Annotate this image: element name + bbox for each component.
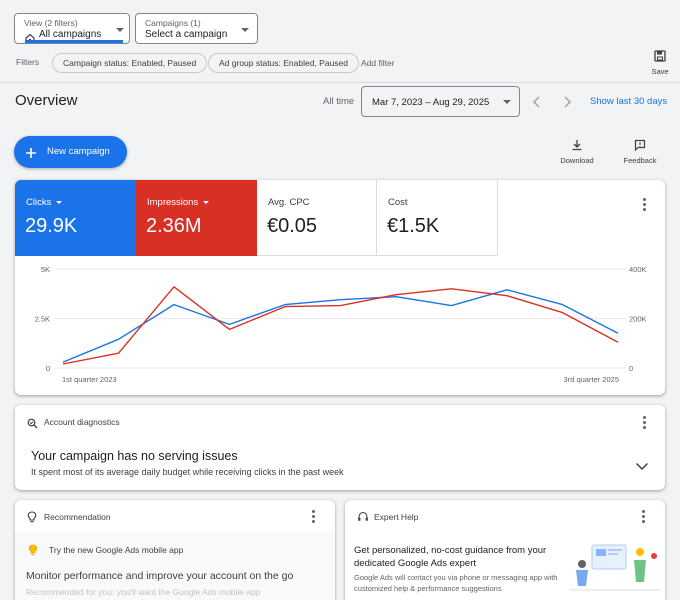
metric-avg-cpc-value: €0.05 xyxy=(267,215,318,237)
download-button[interactable]: Download xyxy=(556,138,598,168)
download-icon xyxy=(571,138,583,156)
view-dropdown-caption: View (2 filters) xyxy=(24,18,78,28)
y-axis-tick-label: 0 xyxy=(46,364,50,373)
y2-axis-tick-label: 200K xyxy=(629,315,647,324)
metric-clicks-value: 29.9K xyxy=(25,215,78,237)
recommendation-body: Recommended for you: you'll want the Goo… xyxy=(26,587,261,597)
page-title: Overview xyxy=(15,92,78,109)
diagnostics-header: Account diagnostics xyxy=(44,417,120,427)
more-options-icon[interactable] xyxy=(642,510,645,523)
metric-avg-cpc[interactable]: Avg. CPC €0.05 xyxy=(257,180,377,256)
metric-cost[interactable]: Cost €1.5K xyxy=(377,180,498,256)
metric-cost-value: €1.5K xyxy=(387,215,440,237)
diagnostics-search-icon xyxy=(27,416,38,434)
performance-chart: 0 2.5K 5K 0 200K 400K 1st quarter 2023 3rd quar… xyxy=(35,265,647,384)
more-options-icon[interactable] xyxy=(312,510,315,523)
chevron-down-icon xyxy=(503,100,511,104)
y2-axis-tick-label: 400K xyxy=(629,265,647,274)
save-label: Save xyxy=(651,67,669,76)
new-campaign-label: New campaign xyxy=(47,146,110,157)
x-axis-tick-label: 1st quarter 2023 xyxy=(62,375,117,384)
campaigns-dropdown-caption: Campaigns (1) xyxy=(145,18,201,28)
metric-clicks-label: Clicks xyxy=(26,197,52,208)
metric-avg-cpc-label: Avg. CPC xyxy=(268,197,310,208)
metric-clicks[interactable]: Clicks 29.9K xyxy=(15,180,136,256)
campaigns-dropdown[interactable]: Campaigns (1) Select a campaign xyxy=(135,13,258,44)
add-filter-link[interactable]: Add filter xyxy=(361,58,395,68)
chevron-down-icon xyxy=(116,28,124,32)
more-options-icon[interactable] xyxy=(643,198,646,211)
y-axis-tick-label: 5K xyxy=(41,265,50,274)
metric-impressions-value: 2.36M xyxy=(146,215,202,237)
view-dropdown-value: All campaigns xyxy=(39,29,102,40)
expert-help-header: Expert Help xyxy=(374,512,419,522)
campaigns-dropdown-value: Select a campaign xyxy=(145,29,228,40)
filters-label: Filters xyxy=(16,57,40,67)
new-campaign-button[interactable]: New campaign xyxy=(14,136,127,168)
expert-help-title: Get personalized, no-cost guidance from … xyxy=(354,545,547,569)
save-icon xyxy=(654,49,666,67)
metric-impressions-label: Impressions xyxy=(147,197,199,208)
recommendation-title: Monitor performance and improve your acc… xyxy=(26,570,294,582)
next-period-icon[interactable] xyxy=(562,95,572,113)
diagnostics-title: Your campaign has no serving issues xyxy=(31,449,238,463)
plus-icon xyxy=(25,146,37,164)
chevron-down-icon xyxy=(56,201,62,204)
metric-impressions[interactable]: Impressions 2.36M xyxy=(136,180,257,256)
chevron-down-icon xyxy=(203,201,209,204)
home-icon xyxy=(25,30,35,43)
x-axis-tick-label: 3rd quarter 2025 xyxy=(564,375,619,384)
date-range-picker[interactable]: Mar 7, 2023 – Aug 29, 2025 xyxy=(361,86,520,117)
metric-cost-label: Cost xyxy=(388,197,408,208)
save-button[interactable]: Save xyxy=(645,48,675,78)
feedback-icon xyxy=(634,138,646,156)
lightbulb-icon xyxy=(27,510,37,528)
campaign-status-chip[interactable]: Campaign status: Enabled, Paused xyxy=(52,53,208,73)
expert-help-illustration xyxy=(570,540,660,600)
account-diagnostics-card: Account diagnostics Your campaign has no… xyxy=(15,405,665,490)
headset-icon xyxy=(357,510,369,528)
y2-axis-tick-label: 0 xyxy=(629,364,633,373)
recommendation-header: Recommendation xyxy=(44,512,111,522)
expert-help-body: Google Ads will contact you via phone or… xyxy=(354,573,558,593)
divider xyxy=(0,82,680,83)
all-time-label: All time xyxy=(323,96,355,107)
recommendation-card: Recommendation Try the new Google Ads mo… xyxy=(15,500,335,600)
view-dropdown-underline xyxy=(25,40,123,43)
download-label: Download xyxy=(560,156,594,165)
view-dropdown[interactable]: View (2 filters) All campaigns xyxy=(14,13,130,44)
series-line-impressions xyxy=(62,286,619,365)
feedback-label: Feedback xyxy=(623,156,657,165)
y-axis-tick-label: 2.5K xyxy=(35,315,50,324)
expert-help-card: Expert Help Get personalized, no-cost gu… xyxy=(345,500,665,600)
show-last-30-days-link[interactable]: Show last 30 days xyxy=(590,96,667,107)
expand-chevron-icon[interactable] xyxy=(635,458,649,476)
previous-period-icon[interactable] xyxy=(532,95,542,113)
diagnostics-subtitle: It spent most of its average daily budge… xyxy=(31,467,344,477)
date-range-value: Mar 7, 2023 – Aug 29, 2025 xyxy=(372,97,490,108)
series-line-clicks xyxy=(62,289,619,363)
feedback-button[interactable]: Feedback xyxy=(619,138,661,168)
more-options-icon[interactable] xyxy=(643,416,646,429)
chevron-down-icon xyxy=(241,28,249,32)
lightbulb-icon xyxy=(28,543,38,561)
ad-group-status-chip[interactable]: Ad group status: Enabled, Paused xyxy=(208,53,360,73)
performance-card: Clicks 29.9K Impressions 2.36M Avg. CPC … xyxy=(15,180,665,395)
recommendation-tip: Try the new Google Ads mobile app xyxy=(49,545,184,555)
